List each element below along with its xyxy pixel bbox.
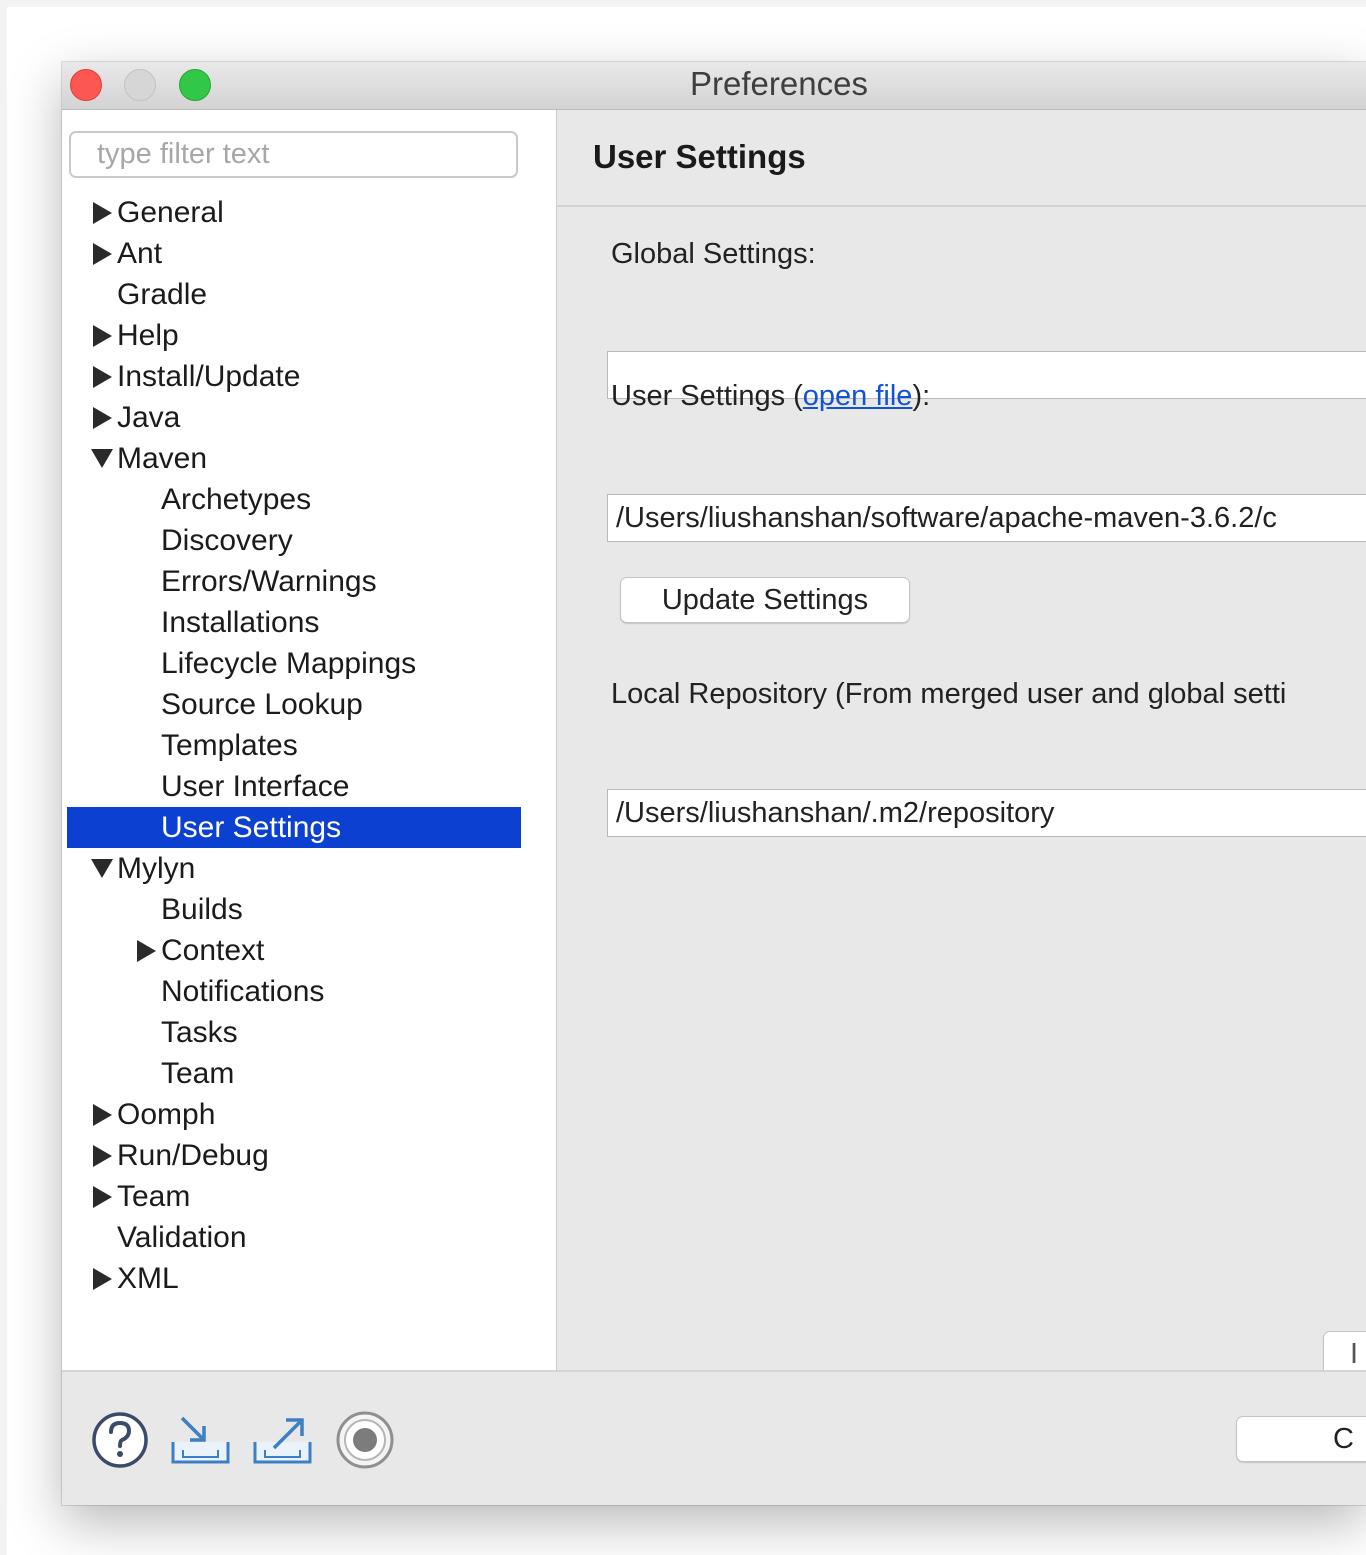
tree-item-label: Oomph xyxy=(117,1098,216,1131)
tree-item-label: Team xyxy=(117,1180,191,1213)
partial-cancel-button[interactable]: C xyxy=(1236,1416,1366,1462)
local-repository-field[interactable] xyxy=(607,789,1366,837)
tree-item-xml[interactable]: XML xyxy=(67,1258,521,1299)
tree-item-label: General xyxy=(117,196,224,229)
tree-item-label: Discovery xyxy=(161,524,293,557)
preferences-tree: General Ant Gradle Help Install/Update Java Ma… xyxy=(67,192,521,1299)
tree-item-label: Mylyn xyxy=(117,852,196,885)
expand-triangle-icon[interactable] xyxy=(91,1094,113,1135)
expand-triangle-icon[interactable] xyxy=(91,356,113,397)
collapse-triangle-icon[interactable] xyxy=(91,438,113,479)
tree-item-user-interface[interactable]: User Interface xyxy=(67,766,521,807)
tree-item-label: Lifecycle Mappings xyxy=(161,647,417,680)
expand-triangle-icon[interactable] xyxy=(135,930,157,971)
tree-item-label: Run/Debug xyxy=(117,1139,269,1172)
page-title: User Settings xyxy=(593,138,806,175)
tree-item-label: Gradle xyxy=(117,278,208,311)
dialog-footer: C xyxy=(62,1370,1366,1505)
tree-item-general[interactable]: General xyxy=(67,192,521,233)
local-repository-label: Local Repository (From merged user and g… xyxy=(611,678,1287,710)
tree-item-java[interactable]: Java xyxy=(67,397,521,438)
tree-item-mylyn[interactable]: Mylyn xyxy=(67,848,521,889)
collapse-triangle-icon[interactable] xyxy=(91,848,113,889)
tree-item-label: User Interface xyxy=(161,770,350,803)
tree-item-label: Archetypes xyxy=(161,483,312,516)
tree-item-label: Help xyxy=(117,319,179,352)
record-icon[interactable] xyxy=(335,1410,395,1470)
tree-item-label: Team xyxy=(161,1057,235,1090)
preferences-window: Preferences General Ant Gradle Help Install/… xyxy=(62,62,1366,1505)
tree-item-installations[interactable]: Installations xyxy=(67,602,521,643)
filter-input[interactable] xyxy=(69,131,518,178)
tree-item-label: Templates xyxy=(161,729,298,762)
tree-item-user-settings[interactable]: User Settings xyxy=(67,807,521,848)
title-bar[interactable]: Preferences xyxy=(62,62,1366,110)
tree-item-validation[interactable]: Validation xyxy=(67,1217,521,1258)
user-settings-label: User Settings (open file): xyxy=(611,380,930,413)
tree-item-gradle[interactable]: Gradle xyxy=(67,274,521,315)
tree-item-label: Builds xyxy=(161,893,243,926)
help-icon[interactable] xyxy=(90,1410,150,1470)
user-settings-field[interactable] xyxy=(607,494,1366,542)
expand-triangle-icon[interactable] xyxy=(91,192,113,233)
tree-item-label: User Settings xyxy=(161,811,342,844)
update-settings-button[interactable]: Update Settings xyxy=(620,577,910,623)
tree-item-label: Errors/Warnings xyxy=(161,565,377,598)
expand-triangle-icon[interactable] xyxy=(91,315,113,356)
tree-item-discovery[interactable]: Discovery xyxy=(67,520,521,561)
global-settings-label: Global Settings: xyxy=(611,238,816,270)
tree-item-label: Context xyxy=(161,934,265,967)
tree-item-templates[interactable]: Templates xyxy=(67,725,521,766)
tree-item-lifecycle-mappings[interactable]: Lifecycle Mappings xyxy=(67,643,521,684)
tree-item-run-debug[interactable]: Run/Debug xyxy=(67,1135,521,1176)
tree-item-notifications[interactable]: Notifications xyxy=(67,971,521,1012)
panel-header: User Settings xyxy=(557,110,1366,207)
tree-item-label: Notifications xyxy=(161,975,325,1008)
tree-item-label: Install/Update xyxy=(117,360,301,393)
tree-item-label: Source Lookup xyxy=(161,688,363,721)
tree-item-team[interactable]: Team xyxy=(67,1053,521,1094)
tree-item-source-lookup[interactable]: Source Lookup xyxy=(67,684,521,725)
tree-item-label: Ant xyxy=(117,237,163,270)
preferences-sidebar: General Ant Gradle Help Install/Update Java Ma… xyxy=(62,110,557,1370)
tree-item-ant[interactable]: Ant xyxy=(67,233,521,274)
expand-triangle-icon[interactable] xyxy=(91,233,113,274)
tree-item-install-update[interactable]: Install/Update xyxy=(67,356,521,397)
expand-triangle-icon[interactable] xyxy=(91,1258,113,1299)
settings-panel: User Settings Global Settings: User Sett… xyxy=(557,110,1366,1377)
tree-item-oomph[interactable]: Oomph xyxy=(67,1094,521,1135)
tree-item-label: Maven xyxy=(117,442,208,475)
tree-item-label: Validation xyxy=(117,1221,247,1254)
expand-triangle-icon[interactable] xyxy=(91,397,113,438)
tree-item-label: Java xyxy=(117,401,181,434)
expand-triangle-icon[interactable] xyxy=(91,1135,113,1176)
expand-triangle-icon[interactable] xyxy=(91,1176,113,1217)
tree-item-label: XML xyxy=(117,1262,179,1295)
user-settings-label-prefix: User Settings ( xyxy=(611,380,803,412)
window-title: Preferences xyxy=(690,65,868,102)
export-icon[interactable] xyxy=(252,1410,312,1470)
user-settings-label-suffix: ): xyxy=(912,380,931,412)
tree-item-team[interactable]: Team xyxy=(67,1176,521,1217)
import-icon[interactable] xyxy=(170,1410,230,1470)
open-file-link[interactable]: open file xyxy=(803,380,913,412)
tree-item-help[interactable]: Help xyxy=(67,315,521,356)
tree-item-label: Installations xyxy=(161,606,320,639)
tree-item-builds[interactable]: Builds xyxy=(67,889,521,930)
tree-item-maven[interactable]: Maven xyxy=(67,438,521,479)
tree-item-context[interactable]: Context xyxy=(67,930,521,971)
tree-item-archetypes[interactable]: Archetypes xyxy=(67,479,521,520)
tree-item-tasks[interactable]: Tasks xyxy=(67,1012,521,1053)
tree-item-label: Tasks xyxy=(161,1016,238,1049)
tree-item-errors-warnings[interactable]: Errors/Warnings xyxy=(67,561,521,602)
